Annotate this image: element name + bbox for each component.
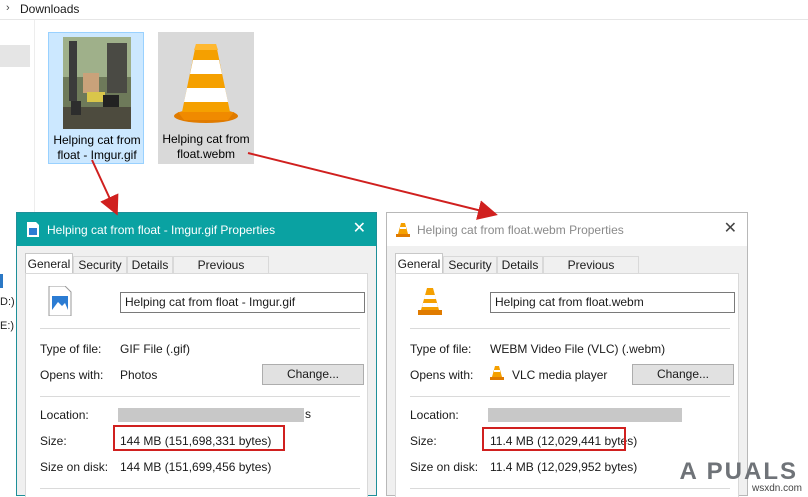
opens-with-label: Opens with: [40, 368, 104, 382]
nav-selected-item[interactable] [0, 45, 30, 67]
size-on-disk-label: Size on disk: [410, 460, 479, 474]
file-name-line2: float - Imgur.gif [57, 148, 137, 162]
credit-text: wsxdn.com [751, 483, 802, 494]
tab-security[interactable]: Security [73, 256, 127, 273]
image-file-icon [48, 286, 72, 316]
location-suffix: s [305, 407, 311, 421]
size-highlight [482, 427, 626, 451]
cat-photo-thumbnail-icon [63, 37, 131, 129]
location-label: Location: [410, 408, 459, 422]
type-value: GIF File (.gif) [120, 342, 191, 356]
size-on-disk-label: Size on disk: [40, 460, 109, 474]
size-label: Size: [40, 434, 67, 448]
drive-indicator [0, 274, 3, 288]
divider [410, 488, 730, 489]
title-bar[interactable]: Helping cat from float - Imgur.gif Prope… [17, 213, 376, 246]
file-name-line2: float.webm [176, 147, 236, 161]
vlc-cone-icon [418, 288, 442, 315]
location-redacted [118, 408, 304, 422]
filename-field[interactable]: Helping cat from float - Imgur.gif [120, 292, 365, 313]
divider [40, 396, 360, 397]
type-label: Type of file: [40, 342, 102, 356]
chevron-right-icon[interactable]: › [6, 2, 10, 14]
divider [40, 488, 360, 489]
dialog-title: Helping cat from float.webm Properties [417, 223, 624, 237]
location-redacted [488, 408, 682, 422]
tab-previous-versions[interactable]: Previous Versions [173, 256, 269, 289]
file-name-line1: Helping cat from [162, 132, 250, 146]
size-label: Size: [410, 434, 437, 448]
change-button[interactable]: Change... [262, 364, 364, 385]
dialog-title: Helping cat from float - Imgur.gif Prope… [47, 223, 276, 237]
close-icon[interactable]: ✕ [353, 219, 366, 239]
image-file-icon [27, 222, 39, 237]
size-on-disk-value: 11.4 MB (12,029,952 bytes) [490, 460, 638, 474]
tab-general[interactable]: General [25, 253, 73, 274]
arrow-to-gif-dialog [91, 159, 119, 216]
filename-field[interactable]: Helping cat from float.webm [490, 292, 735, 313]
file-name-line1: Helping cat from [53, 133, 141, 147]
file-tile-gif[interactable]: Helping cat from float - Imgur.gif [48, 32, 144, 164]
type-label: Type of file: [410, 342, 472, 356]
tab-security[interactable]: Security [443, 256, 497, 273]
file-tile-webm[interactable]: Helping cat from float.webm [158, 32, 254, 164]
size-highlight [113, 425, 285, 451]
tab-previous-versions[interactable]: Previous Versions [543, 256, 639, 289]
watermark-logo: A PUALS [679, 458, 798, 485]
arrow-to-webm-dialog [247, 152, 498, 220]
drive-d-label[interactable]: D:) [0, 296, 15, 308]
tab-details[interactable]: Details [497, 256, 543, 273]
address-bar[interactable]: › Downloads [0, 0, 808, 20]
opens-with-value: Photos [120, 368, 158, 382]
title-bar[interactable]: Helping cat from float.webm Properties ✕ [387, 213, 747, 246]
size-on-disk-value: 144 MB (151,699,456 bytes) [120, 460, 272, 474]
location-label: Location: [40, 408, 89, 422]
breadcrumb-downloads[interactable]: Downloads [20, 2, 79, 16]
close-icon[interactable]: ✕ [724, 219, 737, 239]
opens-with-label: Opens with: [410, 368, 474, 382]
webm-properties-dialog[interactable]: Helping cat from float.webm Properties ✕… [386, 212, 748, 497]
tab-details[interactable]: Details [127, 256, 173, 273]
gif-properties-dialog[interactable]: Helping cat from float - Imgur.gif Prope… [16, 212, 377, 497]
file-name-gif: Helping cat from float - Imgur.gif [49, 133, 145, 163]
file-name-webm: Helping cat from float.webm [158, 132, 254, 162]
drive-e-label[interactable]: E:) [0, 320, 14, 332]
divider [40, 328, 360, 329]
tab-general[interactable]: General [395, 253, 443, 274]
vlc-cone-icon [174, 44, 238, 123]
vlc-cone-icon [490, 366, 504, 380]
opens-with-value: VLC media player [512, 368, 608, 382]
divider [410, 328, 730, 329]
general-panel: Helping cat from float - Imgur.gif Type … [25, 273, 368, 497]
vlc-cone-icon [396, 223, 410, 237]
divider [410, 396, 730, 397]
type-value: WEBM Video File (VLC) (.webm) [490, 342, 666, 356]
change-button[interactable]: Change... [632, 364, 734, 385]
